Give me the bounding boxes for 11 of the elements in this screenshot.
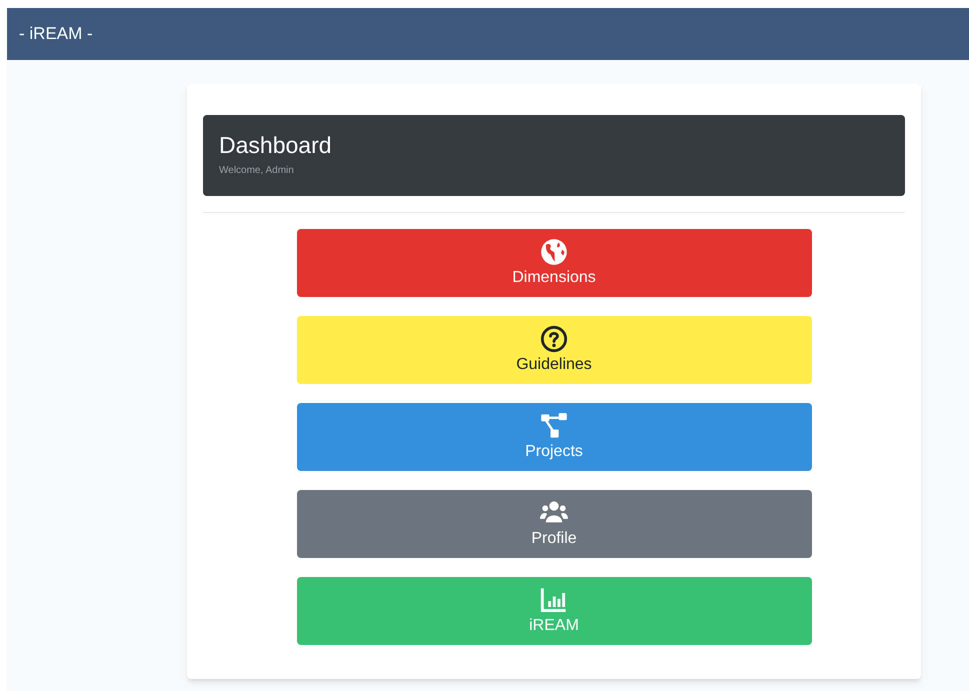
menu-button[interactable]: Guidelines — [296, 316, 812, 384]
welcome-text: Welcome, Admin — [219, 164, 295, 178]
question-icon — [540, 325, 568, 353]
menu-button[interactable]: Dimensions — [296, 229, 812, 297]
dashboard-title: Dashboard — [219, 131, 333, 159]
bar-chart-icon — [540, 586, 568, 614]
menu-button[interactable]: Profile — [296, 490, 812, 558]
brand-name[interactable]: - iREAM - — [19, 21, 93, 47]
globe-icon — [540, 238, 568, 266]
hierarchy-icon — [540, 412, 568, 440]
menu-button[interactable]: Projects — [296, 403, 812, 471]
